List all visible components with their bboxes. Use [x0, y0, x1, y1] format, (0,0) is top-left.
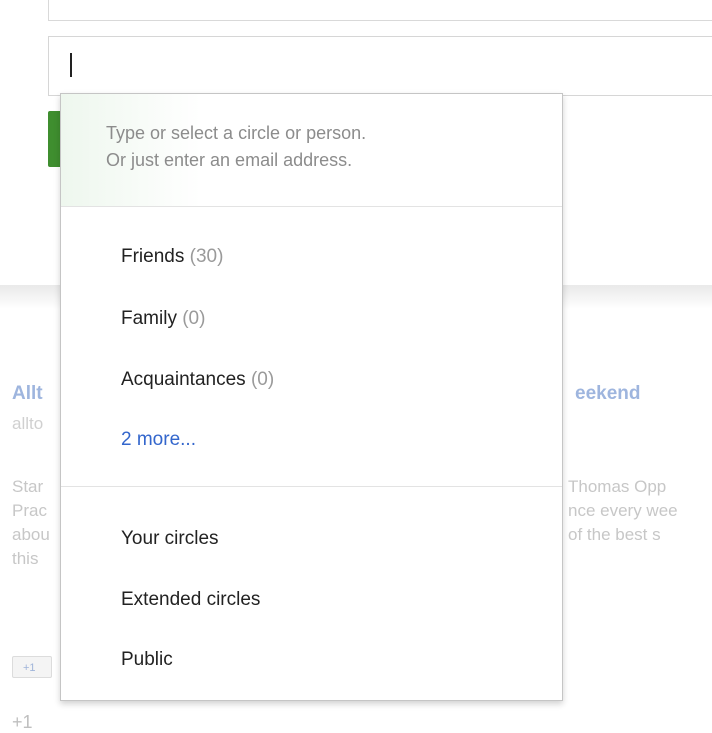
dropdown-hint: Type or select a circle or person. Or ju… — [61, 94, 562, 207]
previous-input-field[interactable] — [48, 0, 712, 21]
more-circles-link[interactable]: 2 more... — [121, 429, 196, 451]
post-text-line: Prac — [12, 501, 47, 520]
circle-label: Family — [121, 308, 177, 329]
post-text-line: of the best s — [568, 525, 661, 544]
post-title-right: eekend — [575, 383, 641, 404]
post-text-line: Thomas Opp — [568, 477, 667, 496]
hint-line: Type or select a circle or person. — [106, 123, 367, 143]
post-text-line: abou — [12, 525, 50, 544]
circle-label: Friends — [121, 246, 185, 267]
circle-item-family[interactable]: Family (0) — [121, 308, 205, 330]
post-title-left: Allt — [12, 383, 43, 404]
recipient-input[interactable] — [48, 36, 712, 96]
circle-item-acquaintances[interactable]: Acquaintances (0) — [121, 369, 274, 391]
scope-public[interactable]: Public — [121, 649, 173, 671]
hint-line: Or just enter an email address. — [106, 150, 353, 170]
post-text-line: nce every wee — [568, 501, 678, 520]
scope-your-circles[interactable]: Your circles — [121, 528, 219, 550]
dropdown-divider — [61, 486, 562, 487]
circle-count: (30) — [189, 246, 224, 267]
circle-item-friends[interactable]: Friends (30) — [121, 246, 223, 268]
plus-one-count: +1 — [12, 712, 33, 732]
scope-extended-circles[interactable]: Extended circles — [121, 589, 260, 611]
text-caret — [70, 53, 72, 77]
post-meta: allto — [12, 414, 44, 433]
plus-one-button[interactable]: +1 — [12, 656, 52, 678]
circle-count: (0) — [182, 308, 206, 329]
post-text-line: Star — [12, 477, 44, 496]
circle-count: (0) — [250, 369, 275, 390]
circle-picker-dropdown: Type or select a circle or person. Or ju… — [60, 93, 563, 701]
circle-label: Acquaintances — [121, 369, 246, 390]
post-text-line: this — [12, 549, 39, 568]
